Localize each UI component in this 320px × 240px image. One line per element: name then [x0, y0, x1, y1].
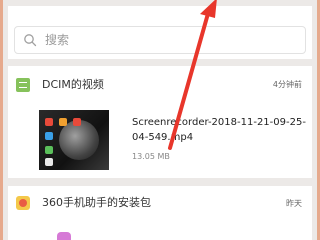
group-title: DCIM的视频: [42, 78, 104, 91]
video-folder-icon: [16, 78, 30, 92]
video-thumbnail[interactable]: [39, 110, 109, 170]
search-icon: [24, 34, 37, 47]
search-card: [8, 6, 312, 59]
search-input[interactable]: [45, 30, 295, 50]
app-package-icon: [16, 196, 30, 210]
group-timestamp: 昨天: [286, 199, 302, 208]
file-group-360-installers[interactable]: 360手机助手的安装包 昨天: [8, 186, 312, 240]
file-name: Screenrecorder-2018-11-21-09-25-04-549.m…: [132, 117, 306, 143]
group-timestamp: 4分钟前: [272, 80, 302, 89]
group-header[interactable]: DCIM的视频 4分钟前: [8, 66, 312, 102]
search-box[interactable]: [14, 26, 306, 54]
file-group-dcim-videos: DCIM的视频 4分钟前 Screenrecorder-2018-11-21-0…: [8, 66, 312, 178]
file-list-item[interactable]: Screenrecorder-2018-11-21-09-25-04-549.m…: [8, 102, 312, 178]
group-title: 360手机助手的安装包: [42, 196, 151, 209]
partial-app-icon: [57, 232, 71, 240]
file-size: 13.05 MB: [132, 152, 170, 161]
